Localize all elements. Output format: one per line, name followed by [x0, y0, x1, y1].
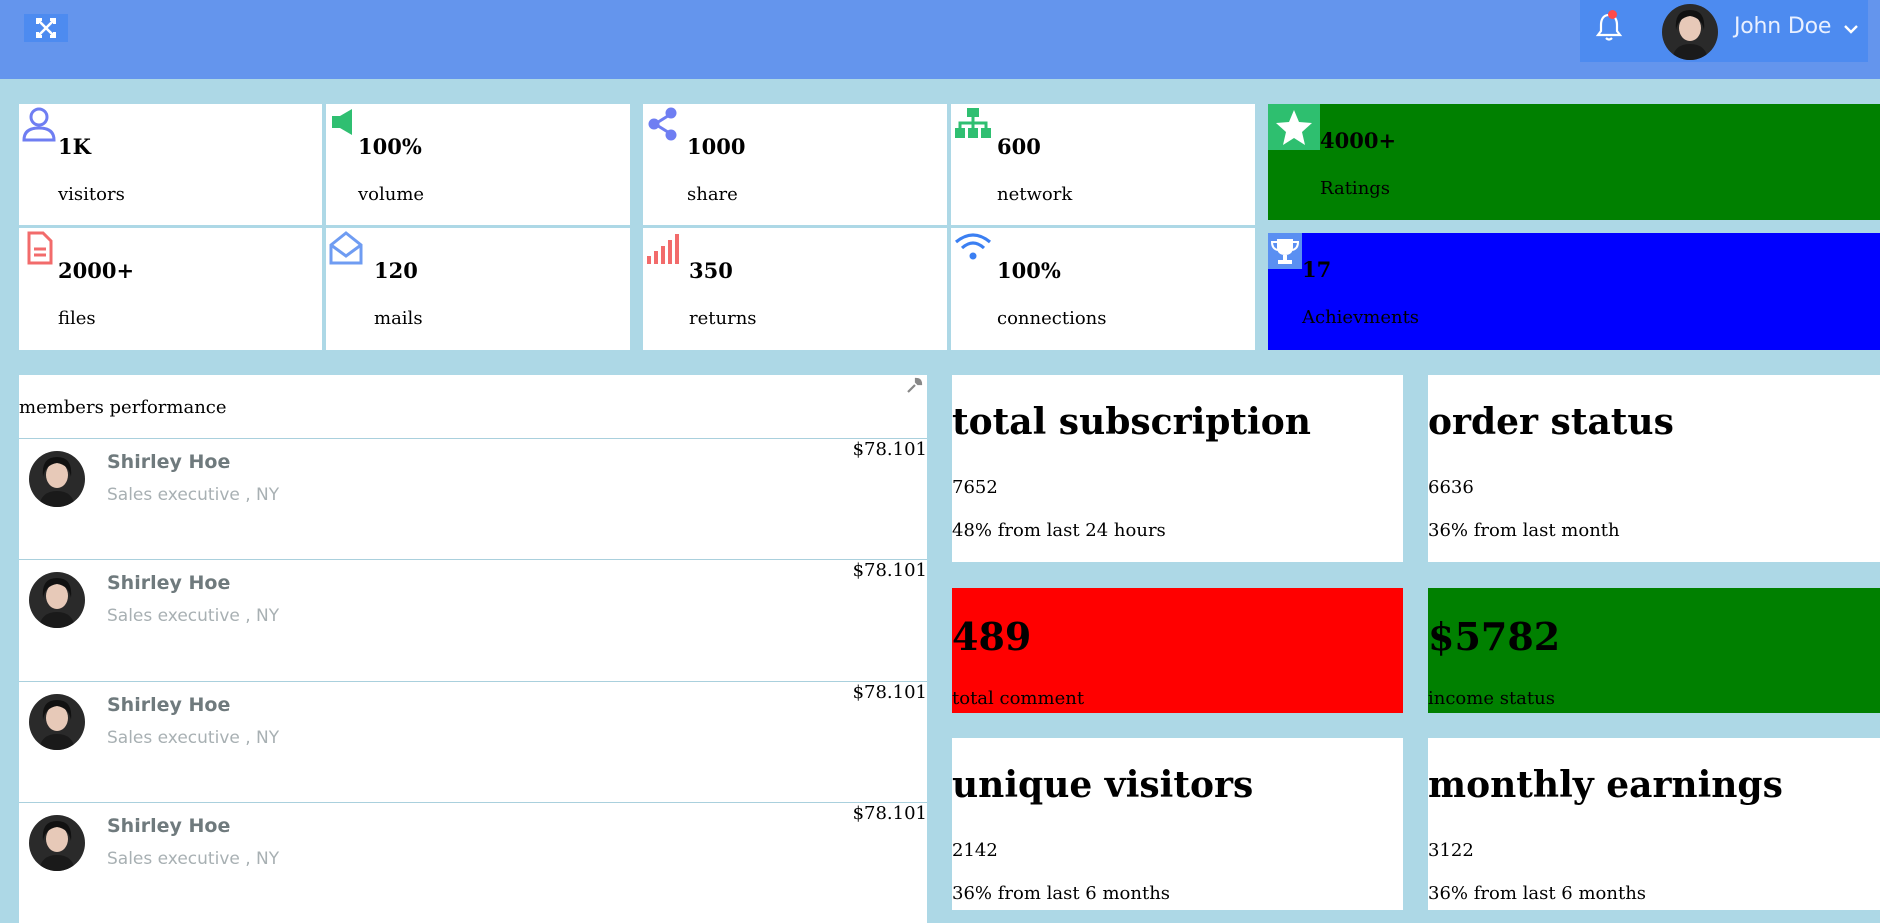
wrench-icon[interactable]	[905, 377, 923, 395]
sitemap-icon	[955, 108, 991, 138]
file-icon	[27, 231, 53, 265]
stat-value: 1000	[687, 134, 746, 159]
top-navbar: John Doe	[0, 0, 1880, 79]
achievements-icon-box	[1268, 233, 1302, 269]
ratings-card: 4000+ Ratings	[1268, 104, 1880, 220]
member-role: Sales executive , NY	[107, 728, 280, 748]
total-comment-card: 489 total comment	[952, 588, 1403, 713]
notification-dot	[1608, 10, 1617, 19]
stat-label: connections	[997, 308, 1107, 329]
card-subtext: 48% from last 24 hours	[952, 520, 1166, 541]
member-amount: $78.101	[852, 560, 927, 581]
stat-value: 100%	[997, 258, 1061, 283]
fullscreen-toggle-button[interactable]	[24, 14, 68, 42]
ratings-icon-box	[1268, 104, 1320, 150]
avatar	[29, 815, 85, 871]
star-icon	[1276, 110, 1312, 145]
stat-value: 1K	[58, 134, 91, 159]
envelope-open-icon	[329, 231, 363, 265]
unique-visitors-card: unique visitors 2142 36% from last 6 mon…	[952, 738, 1403, 910]
expand-icon	[36, 18, 56, 38]
stat-value: 600	[997, 134, 1041, 159]
stat-label: network	[997, 184, 1073, 205]
member-name: Shirley Hoe	[107, 451, 231, 473]
card-value: $5782	[1428, 614, 1561, 659]
signal-bars-icon	[647, 234, 679, 264]
card-value: 489	[952, 614, 1032, 659]
card-subtext: 36% from last month	[1428, 520, 1620, 541]
card-subtext: 36% from last 6 months	[1428, 883, 1647, 904]
card-title: monthly earnings	[1428, 764, 1783, 806]
card-title: total subscription	[952, 401, 1311, 443]
wifi-icon	[954, 233, 992, 260]
stat-label: mails	[374, 308, 423, 329]
income-status-card: $5782 income status	[1428, 588, 1880, 713]
member-role: Sales executive , NY	[107, 606, 280, 626]
user-menu[interactable]: John Doe	[1580, 0, 1868, 62]
stat-value: 350	[689, 258, 733, 283]
stat-label: visitors	[58, 184, 125, 205]
member-name: Shirley Hoe	[107, 572, 231, 594]
user-icon	[22, 107, 56, 142]
stat-card-mails: 120 mails	[326, 228, 630, 350]
avatar	[29, 451, 85, 507]
card-value: 7652	[952, 477, 998, 498]
avatar	[29, 572, 85, 628]
member-amount: $78.101	[852, 682, 927, 703]
member-role: Sales executive , NY	[107, 485, 280, 505]
stat-label: share	[687, 184, 738, 205]
member-role: Sales executive , NY	[107, 849, 280, 869]
card-label: total comment	[952, 688, 1085, 709]
card-label: income status	[1428, 688, 1555, 709]
avatar[interactable]	[1662, 4, 1718, 60]
stat-card-files: 2000+ files	[19, 228, 322, 350]
stat-value: 100%	[358, 134, 422, 159]
total-subscription-card: total subscription 7652 48% from last 24…	[952, 375, 1403, 562]
member-amount: $78.101	[852, 803, 927, 824]
trophy-icon	[1270, 239, 1300, 264]
stat-card-volume: 100% volume	[326, 104, 630, 225]
member-amount: $78.101	[852, 439, 927, 460]
list-item[interactable]: Shirley Hoe Sales executive , NY $78.101	[19, 438, 927, 559]
card-subtext: 36% from last 6 months	[952, 883, 1171, 904]
ratings-value: 4000+	[1320, 128, 1397, 153]
stat-card-returns: 350 returns	[643, 228, 947, 350]
achievements-label: Achievments	[1302, 307, 1420, 328]
chevron-down-icon[interactable]	[1842, 22, 1860, 36]
achievements-value: 17	[1302, 257, 1332, 282]
list-item[interactable]: Shirley Hoe Sales executive , NY $78.101	[19, 681, 927, 802]
ratings-label: Ratings	[1320, 178, 1391, 199]
stat-label: returns	[689, 308, 757, 329]
stat-card-share: 1000 share	[643, 104, 947, 225]
card-value: 6636	[1428, 477, 1474, 498]
list-item[interactable]: Shirley Hoe Sales executive , NY $78.101	[19, 559, 927, 680]
stat-card-connections: 100% connections	[951, 228, 1255, 350]
stat-value: 2000+	[58, 258, 135, 283]
achievements-card: 17 Achievments	[1268, 233, 1880, 350]
members-performance-panel: members performance Shirley Hoe Sales ex…	[19, 375, 927, 923]
card-title: unique visitors	[952, 764, 1254, 806]
monthly-earnings-card: monthly earnings 3122 36% from last 6 mo…	[1428, 738, 1880, 910]
order-status-card: order status 6636 36% from last month	[1428, 375, 1880, 562]
avatar	[29, 694, 85, 750]
stat-value: 120	[374, 258, 418, 283]
card-value: 3122	[1428, 840, 1474, 861]
share-icon	[648, 107, 677, 141]
stat-label: files	[58, 308, 96, 329]
user-name[interactable]: John Doe	[1734, 14, 1831, 39]
list-item[interactable]: Shirley Hoe Sales executive , NY $78.101	[19, 802, 927, 923]
card-value: 2142	[952, 840, 998, 861]
stat-card-network: 600 network	[951, 104, 1255, 225]
member-name: Shirley Hoe	[107, 815, 231, 837]
card-title: order status	[1428, 401, 1674, 443]
panel-title: members performance	[19, 397, 227, 418]
member-name: Shirley Hoe	[107, 694, 231, 716]
stat-label: volume	[358, 184, 425, 205]
stat-card-visitors: 1K visitors	[19, 104, 322, 225]
